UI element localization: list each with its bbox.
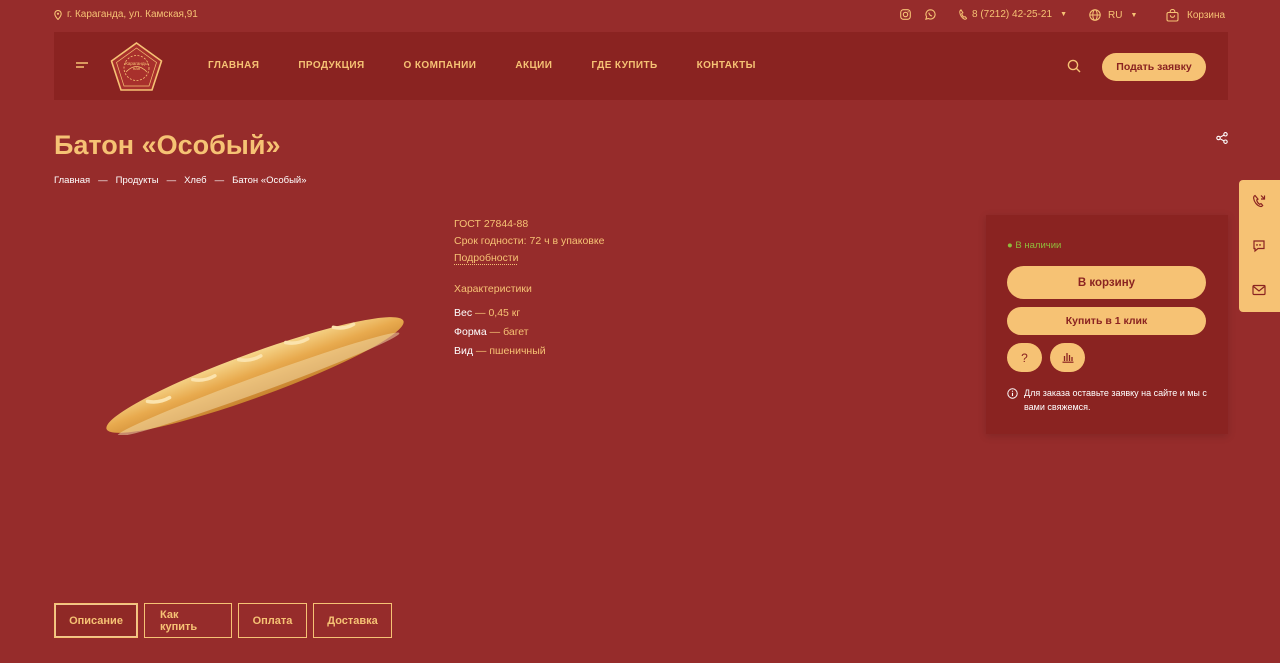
question-button[interactable]: ? [1007, 343, 1042, 372]
share-icon[interactable] [1216, 132, 1228, 144]
whatsapp-icon [925, 9, 936, 20]
page-title: Батон «Особый» [54, 130, 281, 160]
globe-icon [1089, 9, 1101, 21]
cart-label: Корзина [1187, 10, 1226, 21]
instagram-link[interactable] [900, 9, 911, 20]
phone-dropdown[interactable]: 8 (7212) 42-25-21 ▼ [959, 9, 1067, 20]
add-to-cart-button[interactable]: В корзину [1007, 266, 1206, 299]
location-pin-icon [54, 9, 62, 20]
phone-icon [959, 9, 967, 20]
characteristic-row: Форма — багет [454, 323, 604, 342]
nav-contacts[interactable]: КОНТАКТЫ [697, 60, 756, 71]
nav-home[interactable]: ГЛАВНАЯ [208, 60, 259, 71]
product-specs: ГОСТ 27844-88 Срок годности: 72 ч в упак… [454, 216, 604, 361]
cart-icon [1166, 9, 1179, 22]
menu-burger-icon[interactable] [76, 62, 88, 70]
tab-payment[interactable]: Оплата [238, 603, 307, 638]
stock-text: В наличии [1015, 240, 1062, 251]
order-note-text: Для заказа оставьте заявку на сайте и мы… [1024, 388, 1207, 412]
breadcrumb-bread[interactable]: Хлеб [184, 175, 207, 186]
tab-delivery[interactable]: Доставка [313, 603, 392, 638]
characteristic-value: багет [503, 326, 529, 338]
logo-text: Караганды нан [125, 61, 148, 71]
compare-icon [1062, 352, 1074, 363]
breadcrumb: Главная — Продукты — Хлеб — Батон «Особы… [54, 175, 307, 186]
whatsapp-link[interactable] [925, 9, 936, 20]
characteristic-label: Вид [454, 345, 473, 357]
characteristic-label: Вес [454, 307, 473, 319]
buy-one-click-button[interactable]: Купить в 1 клик [1007, 307, 1206, 335]
stock-dot-icon: ● [1007, 240, 1013, 251]
tab-description[interactable]: Описание [54, 603, 138, 638]
chat-icon[interactable] [1252, 239, 1266, 253]
address[interactable]: г. Караганда, ул. Камская,91 [54, 9, 198, 20]
characteristic-row: Вид — пшеничный [454, 342, 604, 361]
mail-icon[interactable] [1252, 284, 1266, 296]
characteristic-separator: — [475, 345, 487, 357]
nav-where-to-buy[interactable]: ГДЕ КУПИТЬ [591, 60, 657, 71]
language-label: RU [1108, 9, 1123, 21]
phone-number: 8 (7212) 42-25-21 [972, 9, 1053, 20]
address-text: г. Караганда, ул. Камская,91 [67, 9, 198, 20]
breadcrumb-home[interactable]: Главная [54, 175, 90, 186]
nav-about[interactable]: О КОМПАНИИ [404, 60, 477, 71]
breadcrumb-separator: — [98, 175, 108, 186]
characteristic-separator: — [475, 307, 486, 319]
main-header: Караганды нан ГЛАВНАЯ ПРОДУКЦИЯ О КОМПАН… [54, 32, 1228, 100]
top-bar: г. Караганда, ул. Камская,91 8 (7212) 42… [0, 0, 1280, 32]
shelf-life: Срок годности: 72 ч в упаковке [454, 235, 605, 247]
nav-promotions[interactable]: АКЦИИ [515, 60, 552, 71]
characteristic-value: пшеничный [489, 345, 546, 357]
characteristic-row: Вес — 0,45 кг [454, 304, 604, 323]
characteristics-title: Характеристики [454, 283, 532, 295]
callback-icon[interactable] [1252, 194, 1266, 208]
nav-products[interactable]: ПРОДУКЦИЯ [298, 60, 364, 71]
tab-how-to-buy[interactable]: Как купить [144, 603, 232, 638]
product-image[interactable] [90, 315, 420, 435]
question-icon: ? [1021, 350, 1028, 365]
breadcrumb-products[interactable]: Продукты [116, 175, 159, 186]
cart-link[interactable]: Корзина [1166, 9, 1225, 22]
characteristic-label: Форма [454, 326, 487, 338]
characteristic-separator: — [489, 326, 501, 338]
buy-panel: ● В наличии В корзину Купить в 1 клик ? … [986, 215, 1228, 434]
characteristics-list: Вес — 0,45 кг Форма — багет Вид — пшенич… [454, 304, 604, 361]
contact-widget [1239, 180, 1280, 312]
submit-request-button[interactable]: Подать заявку [1102, 53, 1206, 81]
breadcrumb-separator: — [166, 175, 177, 186]
details-link[interactable]: Подробности [454, 252, 519, 264]
product-tabs: Описание Как купить Оплата Доставка [54, 603, 392, 638]
stock-status: ● В наличии [1007, 240, 1061, 251]
compare-button[interactable] [1050, 343, 1085, 372]
breadcrumb-current: Батон «Особый» [232, 175, 307, 186]
gost-label: ГОСТ 27844-88 [454, 218, 529, 230]
main-nav: ГЛАВНАЯ ПРОДУКЦИЯ О КОМПАНИИ АКЦИИ ГДЕ К… [208, 60, 795, 71]
info-icon [1007, 388, 1018, 414]
chevron-down-icon: ▼ [1130, 11, 1138, 19]
characteristic-value: 0,45 кг [488, 307, 521, 319]
language-selector[interactable]: RU ▼ [1089, 9, 1137, 21]
logo[interactable]: Караганды нан [109, 41, 164, 92]
breadcrumb-separator: — [214, 175, 225, 186]
search-icon[interactable] [1067, 59, 1081, 73]
instagram-icon [900, 9, 911, 20]
order-note: Для заказа оставьте заявку на сайте и мы… [1007, 386, 1212, 414]
chevron-down-icon: ▼ [1060, 11, 1067, 18]
